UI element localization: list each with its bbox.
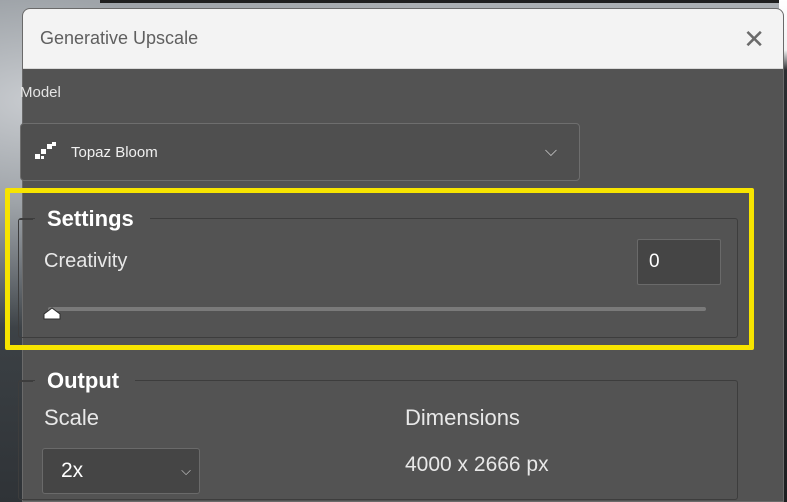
chevron-down-icon: ⌵ xyxy=(544,143,557,160)
dialog-titlebar: Generative Upscale ✕ xyxy=(23,9,783,69)
chevron-down-icon: ⌵ xyxy=(181,463,191,478)
dimensions-label: Dimensions xyxy=(405,405,520,430)
topaz-bloom-icon xyxy=(35,142,59,162)
model-dropdown[interactable]: Topaz Bloom ⌵ xyxy=(20,123,580,181)
settings-highlight-frame xyxy=(5,188,754,350)
window-top-edge xyxy=(100,0,787,3)
scale-label: Scale xyxy=(44,405,100,430)
scale-selected-value: 2x xyxy=(61,459,84,482)
output-legend: Output xyxy=(18,368,136,394)
dimensions-value: 4000 x 2666 px xyxy=(405,453,549,476)
model-selected-value: Topaz Bloom xyxy=(71,143,158,161)
dialog-title: Generative Upscale xyxy=(40,28,199,48)
close-icon[interactable]: ✕ xyxy=(743,26,765,52)
scale-dropdown[interactable]: 2x ⌵ xyxy=(42,448,200,494)
model-label: Model xyxy=(20,84,61,101)
